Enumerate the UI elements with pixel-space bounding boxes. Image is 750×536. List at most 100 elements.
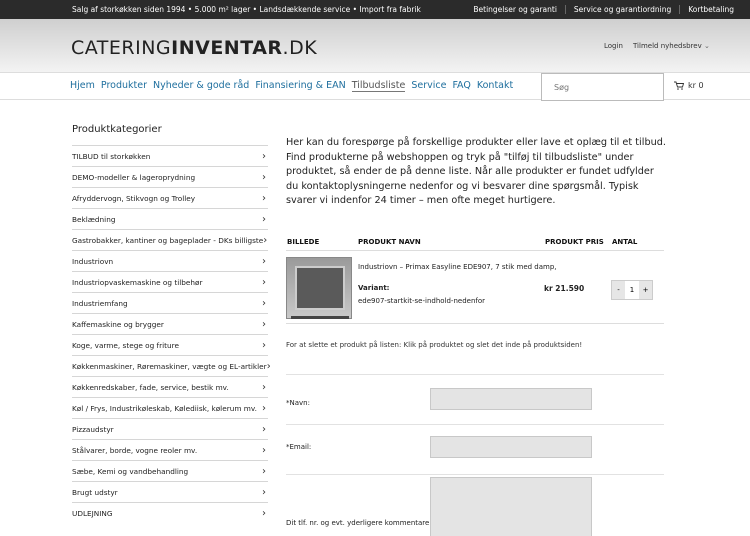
chevron-right-icon: › xyxy=(262,402,266,414)
category-item[interactable]: Pizzaudstyr › xyxy=(72,418,268,439)
category-label: UDLEJNING xyxy=(72,508,113,518)
variant-value: ede907-startkit-se-indhold-nedenfor xyxy=(358,297,486,305)
category-label: Sæbe, Kemi og vandbehandling xyxy=(72,466,189,476)
category-label: Brugt udstyr xyxy=(72,487,118,497)
chevron-right-icon: › xyxy=(262,318,266,330)
nav-service[interactable]: Service xyxy=(411,80,446,92)
category-label: Industriemfang xyxy=(72,298,128,308)
category-label: Beklædning xyxy=(72,214,116,224)
oven-base-shape xyxy=(291,316,349,319)
category-label: TILBUD til storkøkken xyxy=(72,151,151,161)
login-link[interactable]: Login xyxy=(604,42,623,50)
site-logo[interactable]: CATERINGINVENTAR.DK xyxy=(71,37,317,59)
nav-contact[interactable]: Kontakt xyxy=(477,80,513,92)
form-row-comments: Dit tlf. nr. og evt. yderligere kommenta… xyxy=(286,474,664,536)
category-label: Stålvarer, borde, vogne reoler mv. xyxy=(72,445,198,455)
qty-increase-button[interactable]: + xyxy=(639,281,652,299)
chevron-right-icon: › xyxy=(263,234,268,246)
category-item[interactable]: DEMO-modeller & lageroprydning › xyxy=(72,166,268,187)
category-item[interactable]: Gastrobakker, kantiner og bageplader - D… xyxy=(72,229,268,250)
col-name-header: PRODUKT NAVN xyxy=(358,238,421,246)
category-sidebar: Produktkategorier TILBUD til storkøkken ›… xyxy=(72,124,271,523)
cart-icon xyxy=(674,81,684,90)
nav-quote-list[interactable]: Tilbudsliste xyxy=(351,80,406,92)
category-item[interactable]: Køkkenredskaber, fade, service, bestik m… xyxy=(72,376,268,397)
nav-home[interactable]: Hjem xyxy=(70,80,95,92)
category-item[interactable]: Køkkenmaskiner, Røremaskiner, vægte og E… xyxy=(72,355,271,376)
chevron-right-icon: › xyxy=(262,423,266,435)
nav-news[interactable]: Nyheder & gode råd xyxy=(153,80,249,92)
oven-door-shape xyxy=(295,266,345,310)
chevron-right-icon: › xyxy=(262,507,266,519)
chevron-right-icon: › xyxy=(262,276,266,288)
category-item[interactable]: Kaffemaskine og brygger › xyxy=(72,313,268,334)
logo-part2: INVENTAR xyxy=(171,37,283,59)
cart-button[interactable]: kr 0 xyxy=(674,81,704,90)
top-links: Betingelser og garanti Service og garant… xyxy=(465,5,742,14)
main-nav: Hjem Produkter Nyheder & gode råd Finans… xyxy=(0,72,750,101)
category-label: DEMO-modeller & lageroprydning xyxy=(72,172,196,182)
logo-part1: CATERING xyxy=(71,37,172,59)
category-label: Afryddervogn, Stikvogn og Trolley xyxy=(72,193,196,203)
col-image-header: BILLEDE xyxy=(287,238,320,246)
quote-table-header: BILLEDE PRODUKT NAVN PRODUKT PRIS ANTAL xyxy=(286,238,664,251)
delete-instructions: For at slette et produkt på listen: Klik… xyxy=(286,341,583,349)
qty-input[interactable] xyxy=(625,281,639,299)
email-label: *Email: xyxy=(286,443,312,451)
name-field[interactable] xyxy=(430,388,592,410)
cart-total: kr 0 xyxy=(688,81,704,90)
category-item[interactable]: Koge, varme, stege og friture › xyxy=(72,334,268,355)
qty-decrease-button[interactable]: - xyxy=(612,281,625,299)
logo-part3: .DK xyxy=(282,37,318,59)
category-label: Industriovn xyxy=(72,256,114,266)
newsletter-label: Tilmeld nyhedsbrev xyxy=(633,42,702,50)
category-item[interactable]: Industriovn › xyxy=(72,250,268,271)
product-name[interactable]: Industriovn – Primax Easyline EDE907, 7 … xyxy=(358,263,557,271)
product-image[interactable] xyxy=(286,257,352,319)
name-label: *Navn: xyxy=(286,399,310,407)
form-row-email: *Email: xyxy=(286,424,664,474)
category-item[interactable]: Sæbe, Kemi og vandbehandling › xyxy=(72,460,268,481)
comment-field[interactable] xyxy=(430,477,592,536)
link-service[interactable]: Service og garantiordning xyxy=(564,5,679,14)
nav-products[interactable]: Produkter xyxy=(101,80,147,92)
variant-label: Variant: xyxy=(358,284,390,292)
product-price: kr 21.590 xyxy=(544,284,585,293)
chevron-right-icon: › xyxy=(266,360,271,372)
category-item[interactable]: Industriemfang › xyxy=(72,292,268,313)
category-item[interactable]: Afryddervogn, Stikvogn og Trolley › xyxy=(72,187,268,208)
search-input[interactable] xyxy=(542,74,663,100)
category-item[interactable]: Brugt udstyr › xyxy=(72,481,268,502)
category-label: Køl / Frys, Industrikøleskab, Kølediisk,… xyxy=(72,403,257,413)
form-row-name: *Navn: xyxy=(286,374,664,424)
link-card-payment[interactable]: Kortbetaling xyxy=(679,5,742,14)
chevron-right-icon: › xyxy=(262,213,266,225)
category-item[interactable]: Industriopvaskemaskine og tilbehør › xyxy=(72,271,268,292)
chevron-down-icon: ⌄ xyxy=(703,42,710,50)
chevron-right-icon: › xyxy=(262,465,266,477)
quantity-stepper: - + xyxy=(611,280,653,300)
chevron-right-icon: › xyxy=(262,150,266,162)
col-qty-header: ANTAL xyxy=(612,238,638,246)
category-item[interactable]: Beklædning › xyxy=(72,208,268,229)
link-terms[interactable]: Betingelser og garanti xyxy=(465,5,565,14)
nav-financing[interactable]: Finansiering & EAN xyxy=(255,80,345,92)
email-field[interactable] xyxy=(430,436,592,458)
category-item[interactable]: UDLEJNING › xyxy=(72,502,268,523)
sidebar-title: Produktkategorier xyxy=(72,124,162,135)
site-header: CATERINGINVENTAR.DK Login Tilmeld nyheds… xyxy=(0,19,750,72)
category-label: Industriopvaskemaskine og tilbehør xyxy=(72,277,203,287)
nav-faq[interactable]: FAQ xyxy=(452,80,470,92)
category-label: Koge, varme, stege og friture xyxy=(72,340,179,350)
search-box xyxy=(541,73,664,101)
category-item[interactable]: Køl / Frys, Industrikøleskab, Kølediisk,… xyxy=(72,397,268,418)
category-item[interactable]: TILBUD til storkøkken › xyxy=(72,145,268,166)
table-row: Industriovn – Primax Easyline EDE907, 7 … xyxy=(286,254,664,324)
category-item[interactable]: Stålvarer, borde, vogne reoler mv. › xyxy=(72,439,268,460)
newsletter-link[interactable]: Tilmeld nyhedsbrev ⌄ xyxy=(633,42,710,50)
contact-form: *Navn: *Email: Dit tlf. nr. og evt. yder… xyxy=(286,374,664,536)
top-info-bar: Salg af storkøkken siden 1994 • 5.000 m²… xyxy=(0,0,750,19)
chevron-right-icon: › xyxy=(262,339,266,351)
chevron-right-icon: › xyxy=(262,171,266,183)
chevron-right-icon: › xyxy=(262,192,266,204)
